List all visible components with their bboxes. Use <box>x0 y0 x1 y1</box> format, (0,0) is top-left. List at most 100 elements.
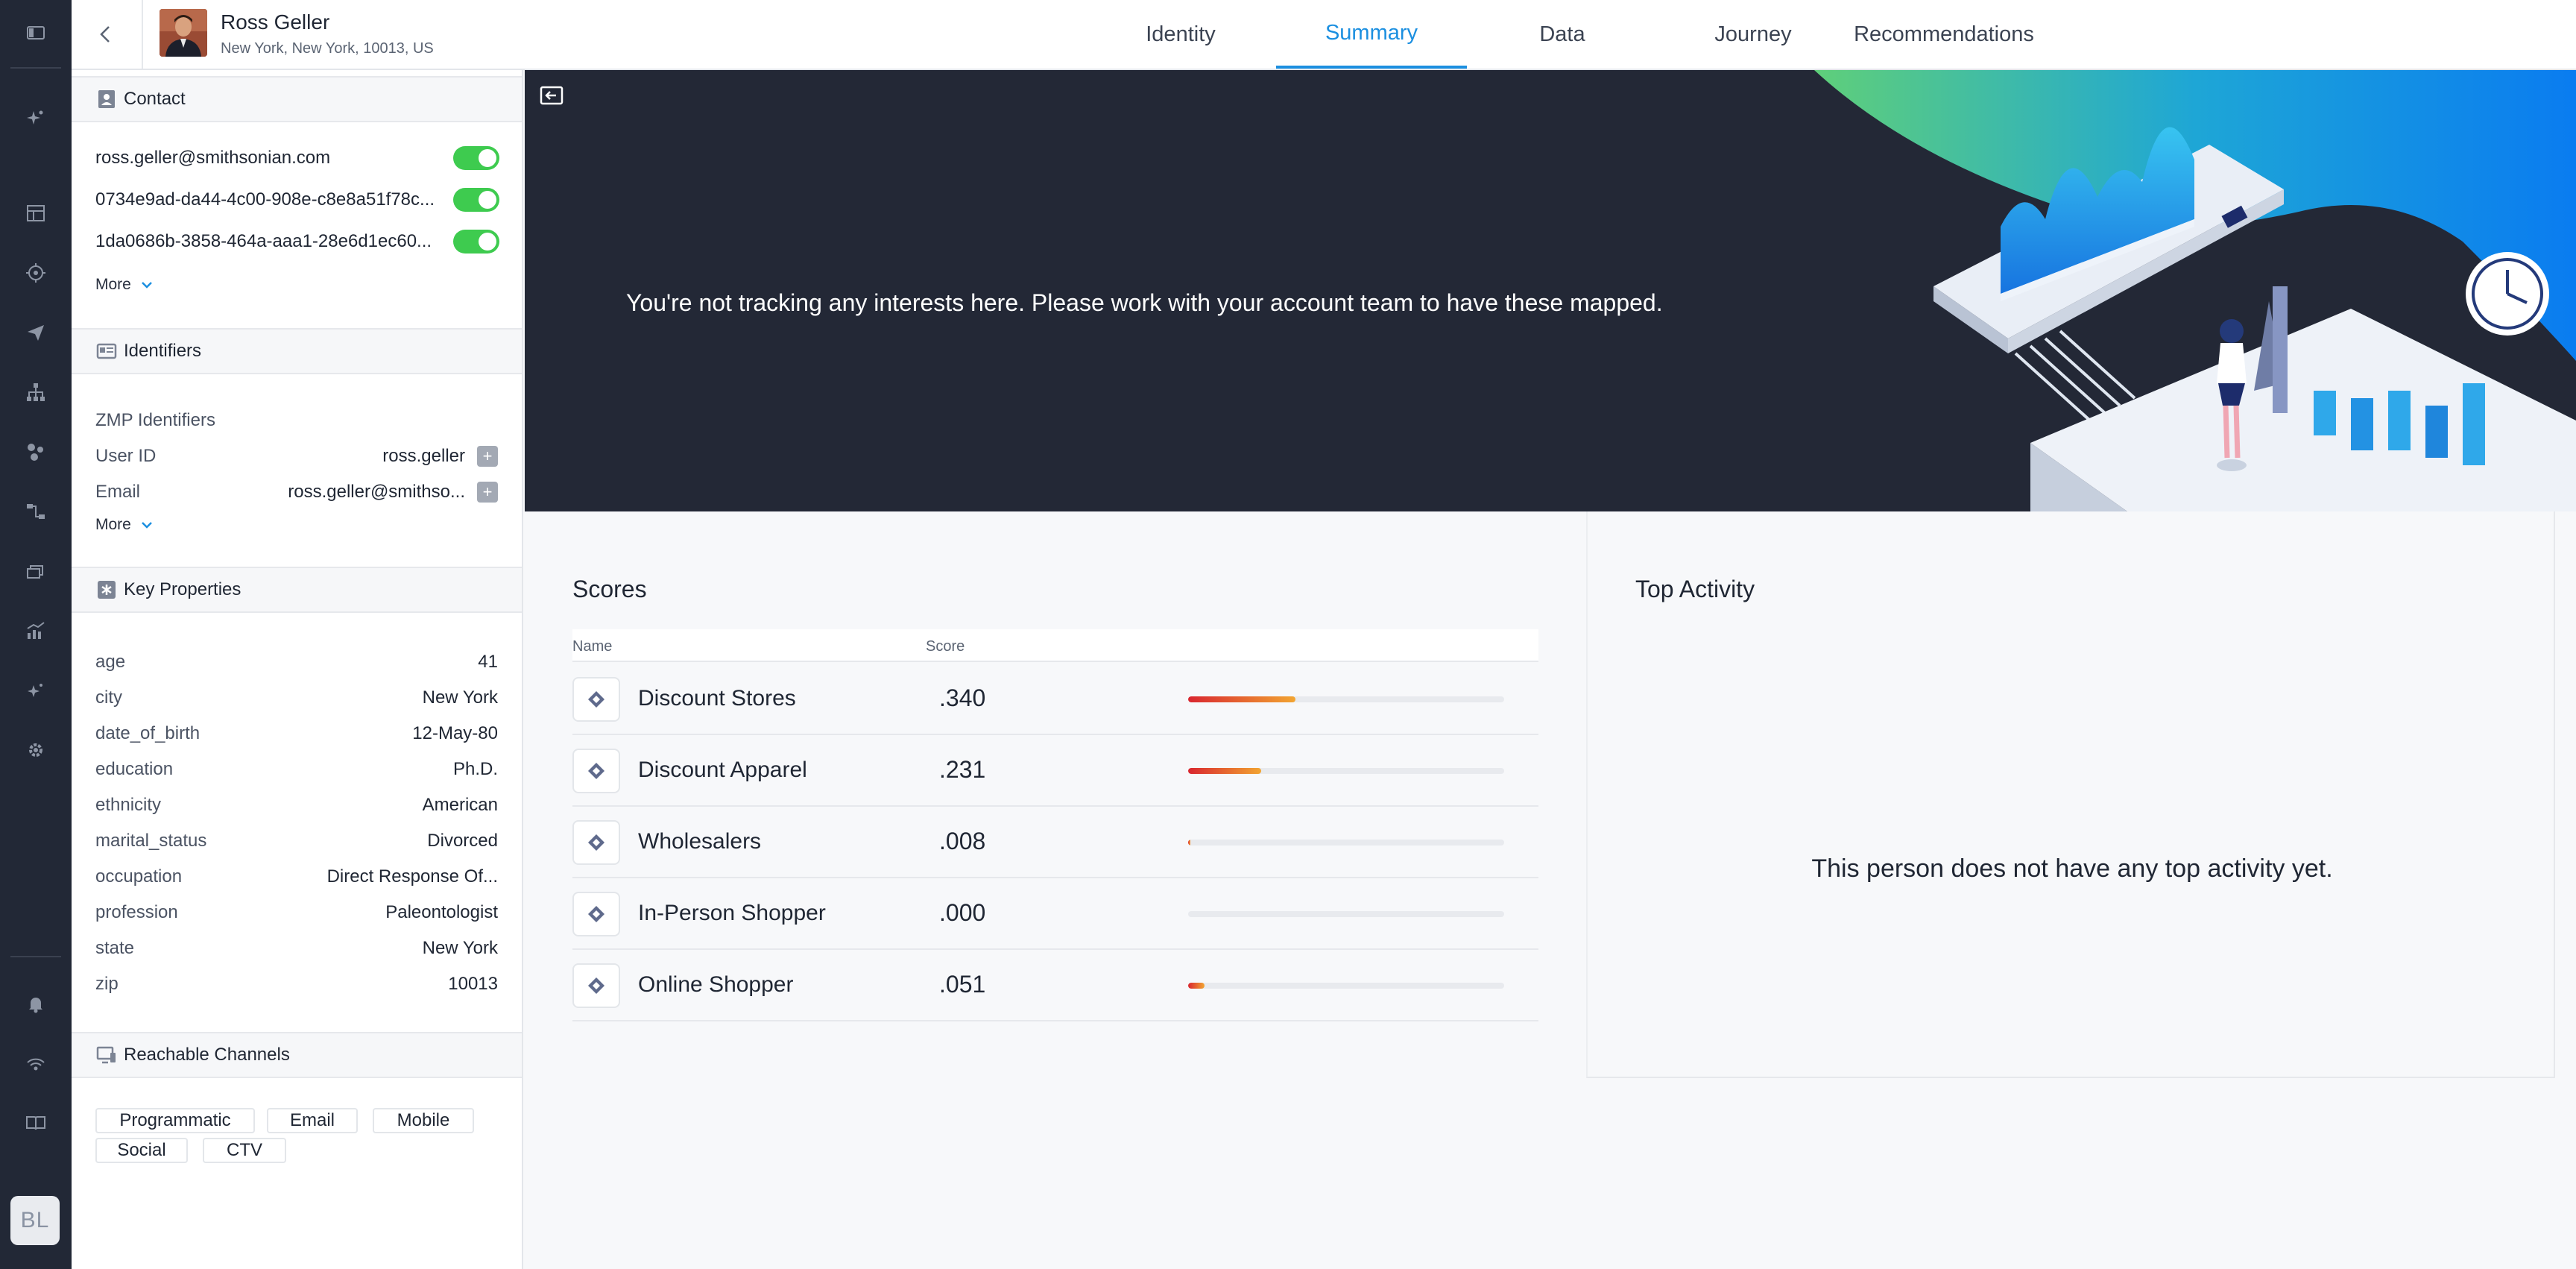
tab-journey[interactable]: Journey <box>1658 0 1849 69</box>
identifiers-section-header: Identifiers <box>72 328 522 374</box>
score-category-icon <box>572 749 620 793</box>
property-row: marital_status Divorced <box>95 831 498 851</box>
reachable-channels-section-header: Reachable Channels <box>72 1032 522 1078</box>
person-name: Ross Geller <box>221 10 330 34</box>
top-activity-empty-message: This person does not have any top activi… <box>1811 854 2333 883</box>
profile-photo <box>160 9 207 57</box>
send-icon[interactable] <box>18 315 54 350</box>
score-row: Wholesalers .008 <box>572 807 1538 878</box>
user-avatar[interactable]: BL <box>10 1196 60 1245</box>
layers-icon[interactable] <box>18 553 54 589</box>
monitor-icon <box>95 1044 118 1066</box>
hierarchy-icon[interactable] <box>18 374 54 410</box>
magic-icon[interactable] <box>18 673 54 708</box>
property-row: occupation Direct Response Of... <box>95 866 498 887</box>
score-bar <box>1188 840 1504 846</box>
identifier-row: Email ross.geller@smithso... + <box>95 477 498 507</box>
profile-sidebar: Contact ross.geller@smithsonian.com 0734… <box>72 70 523 1269</box>
channel-chip: CTV <box>203 1138 286 1163</box>
score-name: Discount Apparel <box>638 758 807 782</box>
score-value: .051 <box>939 971 986 998</box>
score-bar <box>1188 768 1504 774</box>
identifier-row: User ID ross.geller + <box>95 441 498 471</box>
score-category-icon <box>572 677 620 722</box>
contact-toggle[interactable] <box>453 146 499 170</box>
copy-icon[interactable]: + <box>477 482 498 503</box>
channel-chip: Programmatic <box>95 1108 255 1133</box>
top-activity-title: Top Activity <box>1635 576 1755 602</box>
identifiers-more-link[interactable]: More <box>95 516 154 534</box>
gear-icon[interactable] <box>18 732 54 768</box>
flow-icon[interactable] <box>18 494 54 529</box>
score-category-icon <box>572 820 620 865</box>
chevron-down-icon <box>141 282 152 289</box>
property-row: age 41 <box>95 652 498 672</box>
tab-recommendations[interactable]: Recommendations <box>1849 0 2039 69</box>
target-icon[interactable] <box>18 255 54 291</box>
analytics-illustration <box>1814 70 2576 511</box>
property-row: profession Paleontologist <box>95 902 498 922</box>
contact-more-link[interactable]: More <box>95 276 154 294</box>
chevron-down-icon <box>141 522 152 529</box>
interests-banner: You're not tracking any interests here. … <box>525 70 2576 511</box>
chevron-left-icon <box>100 26 110 42</box>
contact-item: ross.geller@smithsonian.com <box>95 143 499 173</box>
bell-icon[interactable] <box>18 986 54 1021</box>
property-row: city New York <box>95 687 498 708</box>
score-category-icon <box>572 963 620 1008</box>
profile-tabs: Identity Summary Data Journey Recommenda… <box>1085 0 2039 69</box>
contact-toggle[interactable] <box>453 230 499 254</box>
dashboard-icon[interactable] <box>18 195 54 231</box>
property-row: state New York <box>95 938 498 958</box>
property-row: education Ph.D. <box>95 759 498 779</box>
scores-table-header: Name Score <box>572 629 1538 662</box>
sparkle-icon[interactable] <box>18 100 54 136</box>
channel-chip: Email <box>267 1108 358 1133</box>
book-icon[interactable] <box>18 1105 54 1141</box>
property-row: zip 10013 <box>95 974 498 994</box>
score-row: Discount Stores .340 <box>572 664 1538 735</box>
tab-summary[interactable]: Summary <box>1276 0 1467 69</box>
left-rail: BL <box>0 0 72 1269</box>
scores-title: Scores <box>572 576 647 602</box>
score-category-icon <box>572 892 620 936</box>
contact-section-header: Contact <box>72 76 522 122</box>
back-button[interactable] <box>88 16 124 52</box>
sidebar-toggle-icon[interactable] <box>18 15 54 51</box>
score-row: Online Shopper .051 <box>572 950 1538 1021</box>
signal-icon[interactable] <box>18 1045 54 1081</box>
score-value: .000 <box>939 899 986 926</box>
person-location: New York, New York, 10013, US <box>221 40 434 57</box>
score-name: Wholesalers <box>638 829 762 854</box>
top-activity-card: Top Activity This person does not have a… <box>1586 511 2555 1078</box>
score-bar <box>1188 911 1504 917</box>
analytics-icon[interactable] <box>18 613 54 649</box>
col-score-header: Score <box>926 638 965 655</box>
channel-chip: Mobile <box>373 1108 474 1133</box>
tab-identity[interactable]: Identity <box>1085 0 1276 69</box>
scores-card: Scores Name Score Discount Stores .340 Dis… <box>572 567 1538 1029</box>
copy-icon[interactable]: + <box>477 446 498 467</box>
score-bar-fill <box>1188 983 1205 989</box>
property-row: ethnicity American <box>95 795 498 815</box>
score-value: .008 <box>939 828 986 854</box>
col-name-header: Name <box>572 638 613 655</box>
score-bar-fill <box>1188 768 1261 774</box>
score-bar-fill <box>1188 840 1191 846</box>
score-bar-fill <box>1188 696 1296 702</box>
score-name: Discount Stores <box>638 686 796 711</box>
tab-data[interactable]: Data <box>1467 0 1658 69</box>
score-name: In-Person Shopper <box>638 901 826 925</box>
identifiers-subtitle: ZMP Identifiers <box>95 410 215 430</box>
asterisk-icon <box>95 579 118 601</box>
contact-item: 0734e9ad-da44-4c00-908e-c8e8a51f78c... <box>95 185 499 215</box>
channel-chip: Social <box>95 1138 188 1163</box>
contact-toggle[interactable] <box>453 188 499 212</box>
score-row: In-Person Shopper .000 <box>572 878 1538 950</box>
score-value: .231 <box>939 756 986 783</box>
score-value: .340 <box>939 684 986 711</box>
score-name: Online Shopper <box>638 972 794 997</box>
id-card-icon <box>95 340 118 362</box>
people-icon[interactable] <box>18 434 54 470</box>
key-properties-section-header: Key Properties <box>72 567 522 613</box>
